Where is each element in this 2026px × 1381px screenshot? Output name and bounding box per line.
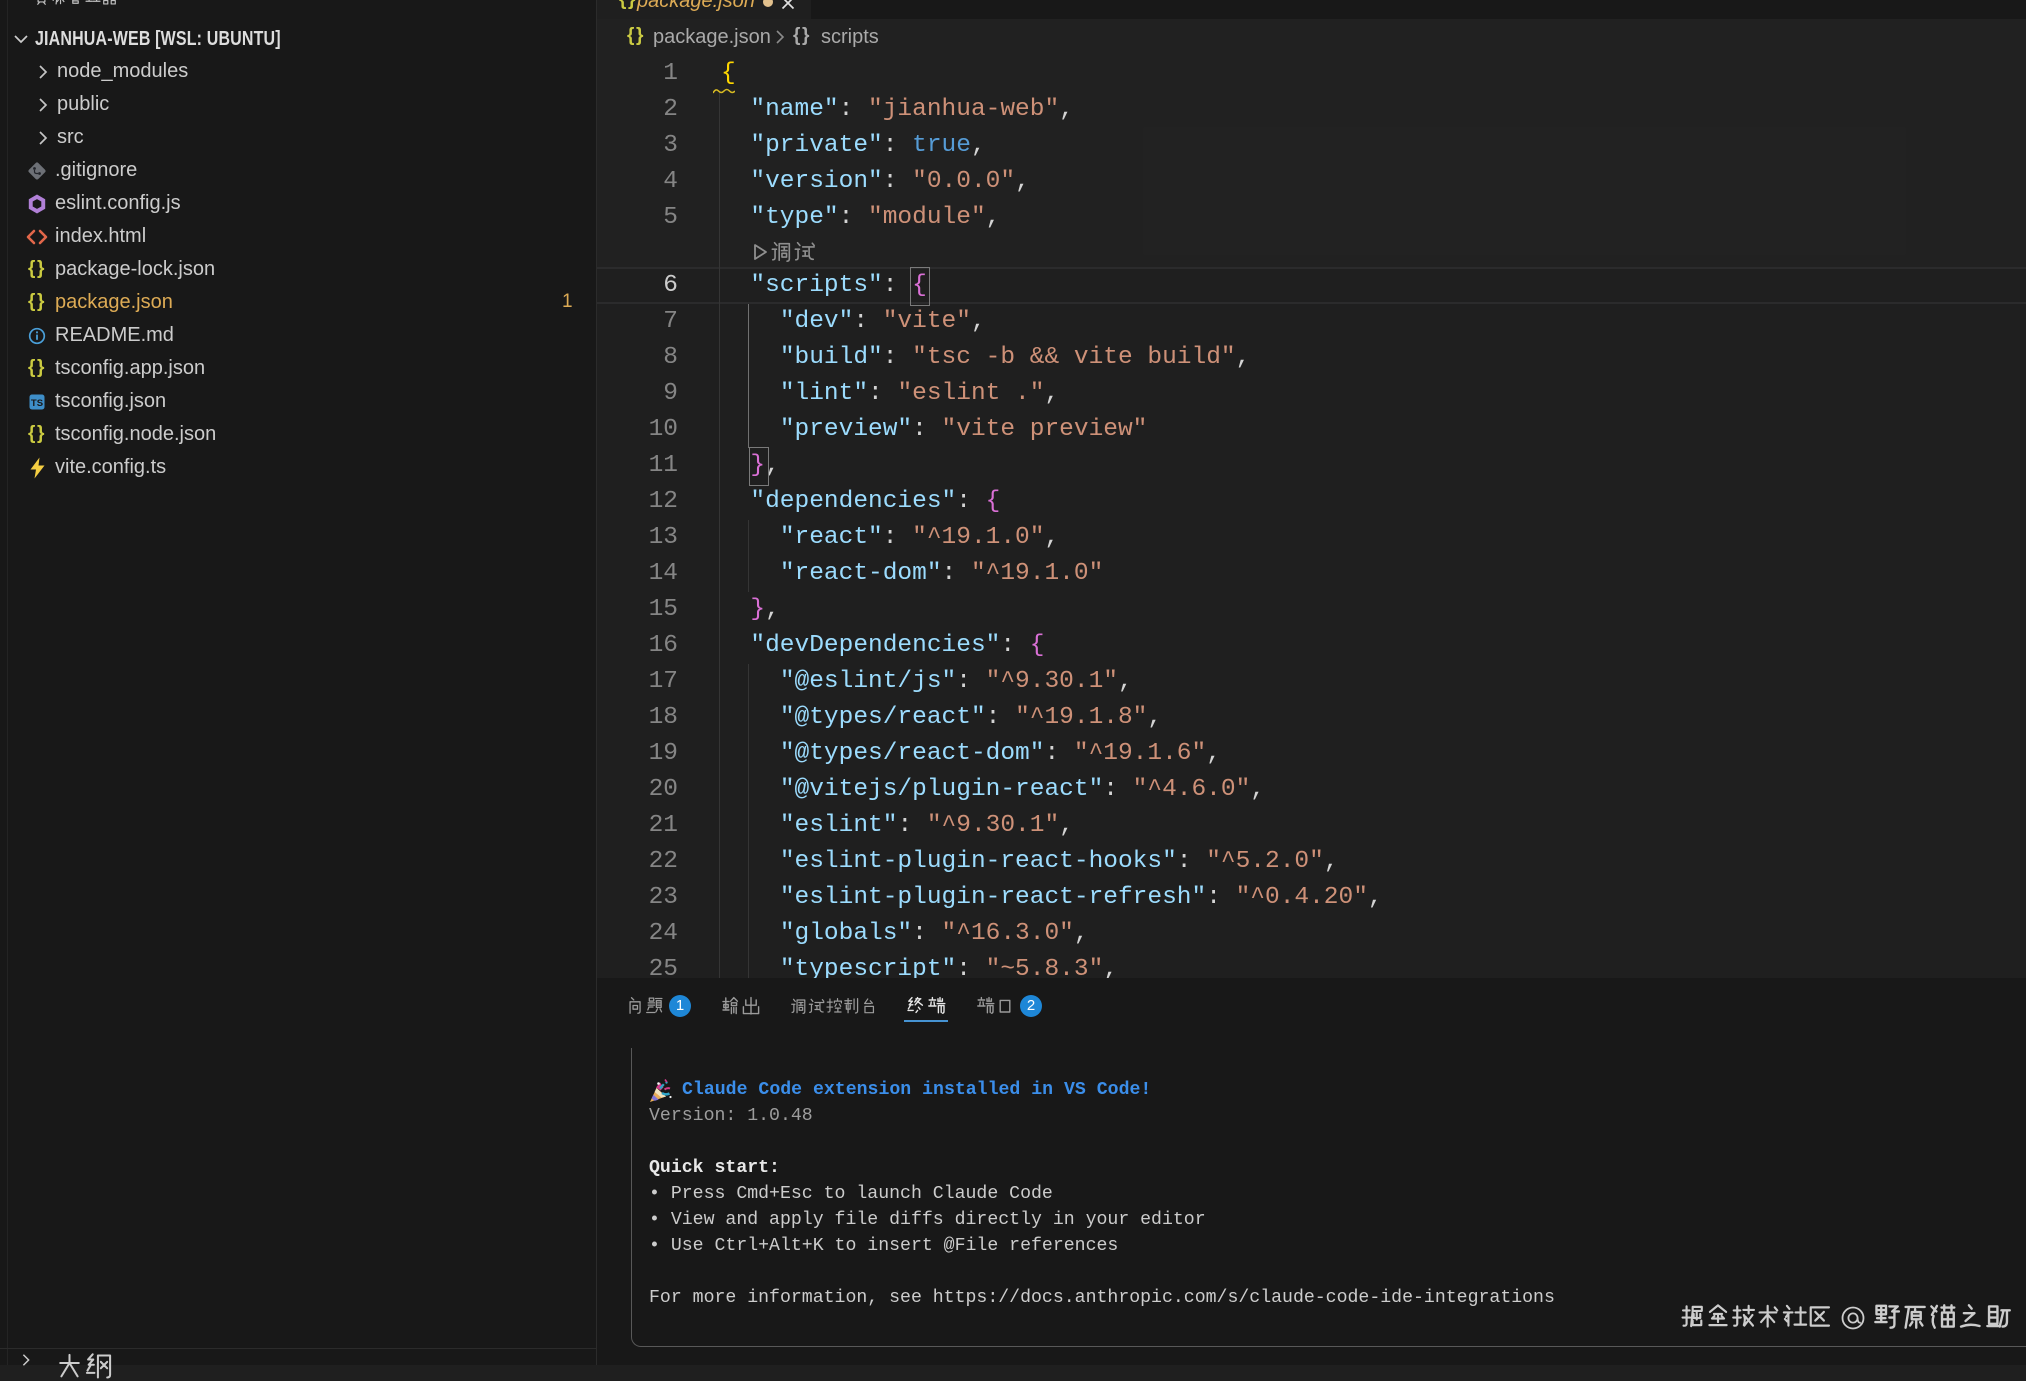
- svg-text:TS: TS: [31, 398, 43, 409]
